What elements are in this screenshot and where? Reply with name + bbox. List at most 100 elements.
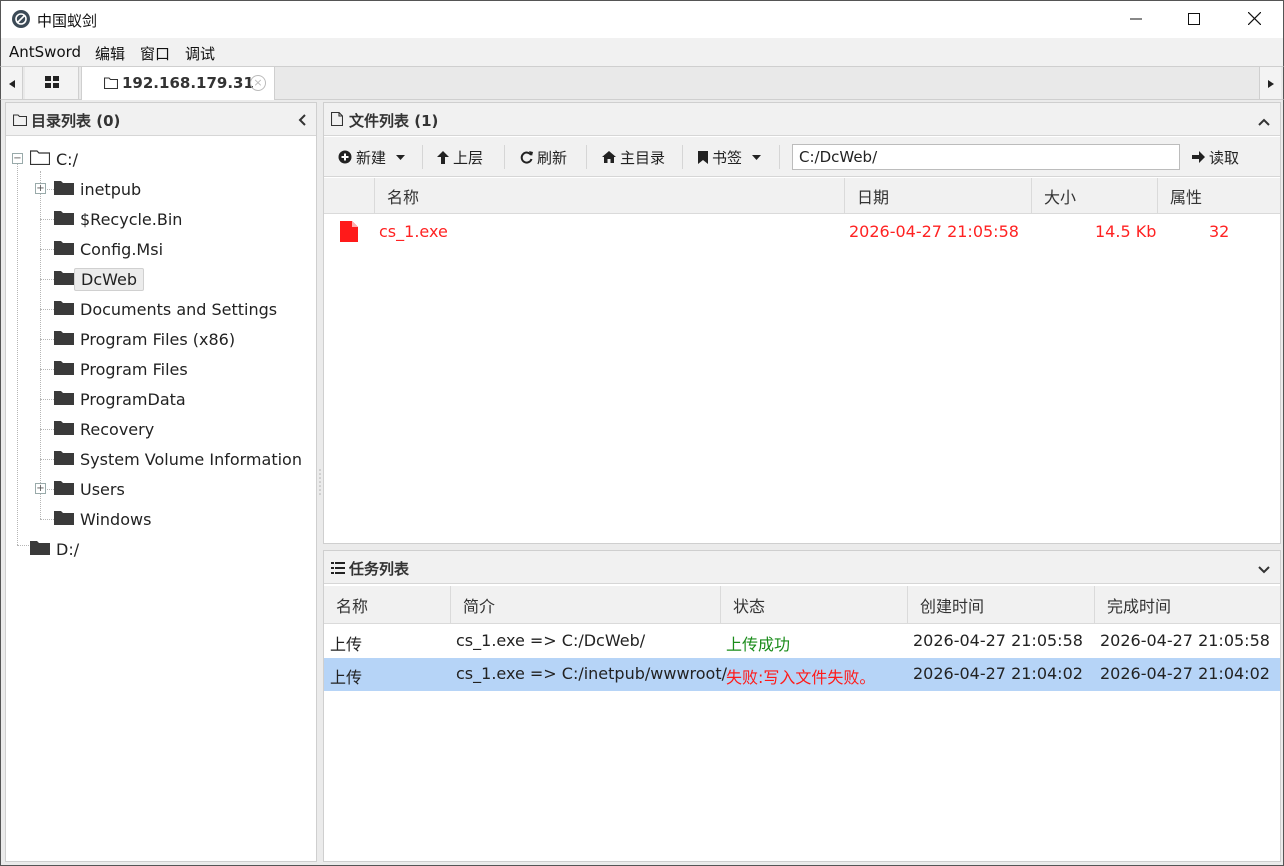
path-input[interactable]	[792, 144, 1180, 170]
up-level-label: 上层	[453, 148, 484, 167]
tree-node-users[interactable]: Users	[54, 474, 131, 504]
task-column-name[interactable]: 名称	[324, 586, 450, 624]
tree-node-system-volume-information[interactable]: System Volume Information	[54, 444, 308, 474]
task-desc: cs_1.exe => C:/DcWeb/	[456, 631, 646, 650]
task-finished: 2026-04-27 21:04:02	[1100, 664, 1270, 683]
maximize-icon	[1188, 11, 1200, 29]
task-desc: cs_1.exe => C:/inetpub/wwwroot/	[456, 664, 727, 683]
tree-collapse-icon[interactable]: −	[12, 153, 23, 164]
tree-node-windows[interactable]: Windows	[54, 504, 157, 534]
column-size[interactable]: 大小	[1031, 178, 1157, 214]
task-panel: 任务列表 名称 简介 状态 创建时间 完成时间 上传 cs_1.exe => C…	[323, 550, 1281, 862]
grid-icon	[44, 74, 59, 92]
minimize-button[interactable]	[1107, 1, 1165, 39]
caret-left-icon	[8, 74, 15, 92]
file-size: 14.5 Kb	[1095, 222, 1157, 241]
task-column-desc[interactable]: 简介	[450, 586, 720, 624]
tree-node-label: C:/	[56, 149, 78, 169]
home-dir-button[interactable]: 主目录	[602, 137, 665, 177]
directory-panel: 目录列表 (0) − C:/ + inetpub $Recycle.Bin Co…	[5, 102, 317, 862]
tree-node-label: $Recycle.Bin	[80, 209, 183, 229]
tree-node-documents-and-settings[interactable]: Documents and Settings	[54, 294, 283, 324]
task-status: 上传成功	[726, 635, 791, 654]
refresh-label: 刷新	[537, 148, 568, 167]
task-column-created[interactable]: 创建时间	[907, 586, 1094, 624]
tree-node-label: Config.Msi	[80, 239, 164, 259]
folder-icon	[54, 329, 74, 349]
menu-window[interactable]: 窗口	[140, 43, 170, 64]
bookmark-button[interactable]: 书签	[698, 137, 765, 177]
tree-node-recovery[interactable]: Recovery	[54, 414, 160, 444]
tree-node-label: DcWeb	[74, 267, 144, 291]
folder-icon	[54, 509, 74, 529]
tree-node-program-files-x86[interactable]: Program Files (x86)	[54, 324, 241, 354]
tree-node-dcweb[interactable]: DcWeb	[54, 264, 144, 294]
task-name: 上传	[330, 635, 363, 654]
tree-node-program-files[interactable]: Program Files	[54, 354, 194, 384]
column-name[interactable]: 名称	[374, 178, 844, 214]
tree-expand-icon[interactable]: +	[35, 183, 46, 194]
tree-node-config-msi[interactable]: Config.Msi	[54, 234, 169, 264]
caret-down-icon	[396, 154, 406, 160]
tab-scroll-left-button[interactable]	[1, 67, 23, 99]
task-column-finished[interactable]: 完成时间	[1094, 586, 1282, 624]
window-title: 中国蚁剑	[37, 12, 98, 30]
file-toolbar: 新建 上层 刷新 主目录 书签 C:/DcWeb/ 读取	[324, 137, 1280, 177]
tree-node-recycle-bin[interactable]: $Recycle.Bin	[54, 204, 188, 234]
arrow-right-icon	[1192, 151, 1205, 163]
refresh-icon	[520, 150, 533, 164]
folder-icon	[54, 239, 74, 259]
menu-antsword[interactable]: AntSword	[9, 43, 81, 61]
tab-close-icon[interactable]: ×	[250, 75, 266, 91]
new-button[interactable]: 新建	[338, 137, 409, 177]
file-outline-icon	[330, 111, 344, 130]
read-button[interactable]: 读取	[1192, 137, 1239, 177]
task-panel-title: 任务列表	[349, 560, 410, 578]
caret-down-icon	[752, 154, 762, 160]
column-attr[interactable]: 属性	[1157, 178, 1282, 214]
tree-node-label: Recovery	[80, 419, 155, 439]
task-grid-header: 名称 简介 状态 创建时间 完成时间	[324, 586, 1280, 624]
tree-node-inetpub[interactable]: inetpub	[54, 174, 147, 204]
home-dir-label: 主目录	[620, 148, 666, 167]
collapse-left-icon[interactable]	[298, 112, 306, 130]
task-row[interactable]: 上传 cs_1.exe => C:/DcWeb/ 上传成功 2026-04-27…	[324, 625, 1280, 658]
file-row[interactable]: cs_1.exe 2026-04-27 21:05:58 14.5 Kb 32	[324, 215, 1280, 249]
tree-node-d-drive[interactable]: D:/	[30, 534, 85, 564]
tree-node-label: ProgramData	[80, 389, 186, 409]
tree-node-c-drive[interactable]: C:/	[29, 144, 84, 174]
collapse-up-icon[interactable]	[1258, 112, 1270, 130]
plus-circle-icon	[338, 150, 352, 164]
tree-node-label: Windows	[80, 509, 152, 529]
tree-node-label: D:/	[56, 539, 80, 559]
folder-open-icon	[29, 149, 51, 169]
up-level-button[interactable]: 上层	[437, 137, 483, 177]
tree-node-label: Users	[80, 479, 125, 499]
tab-scroll-right-button[interactable]	[1259, 67, 1281, 99]
minimize-icon	[1130, 11, 1142, 29]
directory-panel-header: 目录列表 (0)	[6, 103, 316, 136]
task-name: 上传	[330, 668, 363, 687]
menu-edit[interactable]: 编辑	[95, 43, 125, 64]
file-grid-header: 名称 日期 大小 属性	[324, 178, 1280, 214]
tab-host[interactable]: 192.168.179.31 ×	[81, 67, 275, 100]
menu-debug[interactable]: 调试	[185, 43, 215, 64]
tree-node-programdata[interactable]: ProgramData	[54, 384, 192, 414]
refresh-button[interactable]: 刷新	[520, 137, 567, 177]
column-date[interactable]: 日期	[844, 178, 1031, 214]
file-name: cs_1.exe	[379, 222, 448, 241]
read-label: 读取	[1209, 148, 1240, 167]
tree-expand-icon[interactable]: +	[35, 483, 46, 494]
tab-home[interactable]	[25, 67, 79, 99]
tree-node-label: Program Files (x86)	[80, 329, 236, 349]
maximize-button[interactable]	[1165, 1, 1223, 39]
home-icon	[602, 151, 616, 163]
folder-icon	[54, 179, 74, 199]
tree-node-label: Documents and Settings	[80, 299, 278, 319]
task-finished: 2026-04-27 21:05:58	[1100, 631, 1270, 650]
task-column-status[interactable]: 状态	[720, 586, 907, 624]
collapse-down-icon[interactable]	[1258, 560, 1270, 578]
close-window-button[interactable]	[1225, 1, 1283, 39]
task-row[interactable]: 上传 cs_1.exe => C:/inetpub/wwwroot/ 失败:写入…	[324, 658, 1280, 691]
folder-icon	[54, 479, 74, 499]
